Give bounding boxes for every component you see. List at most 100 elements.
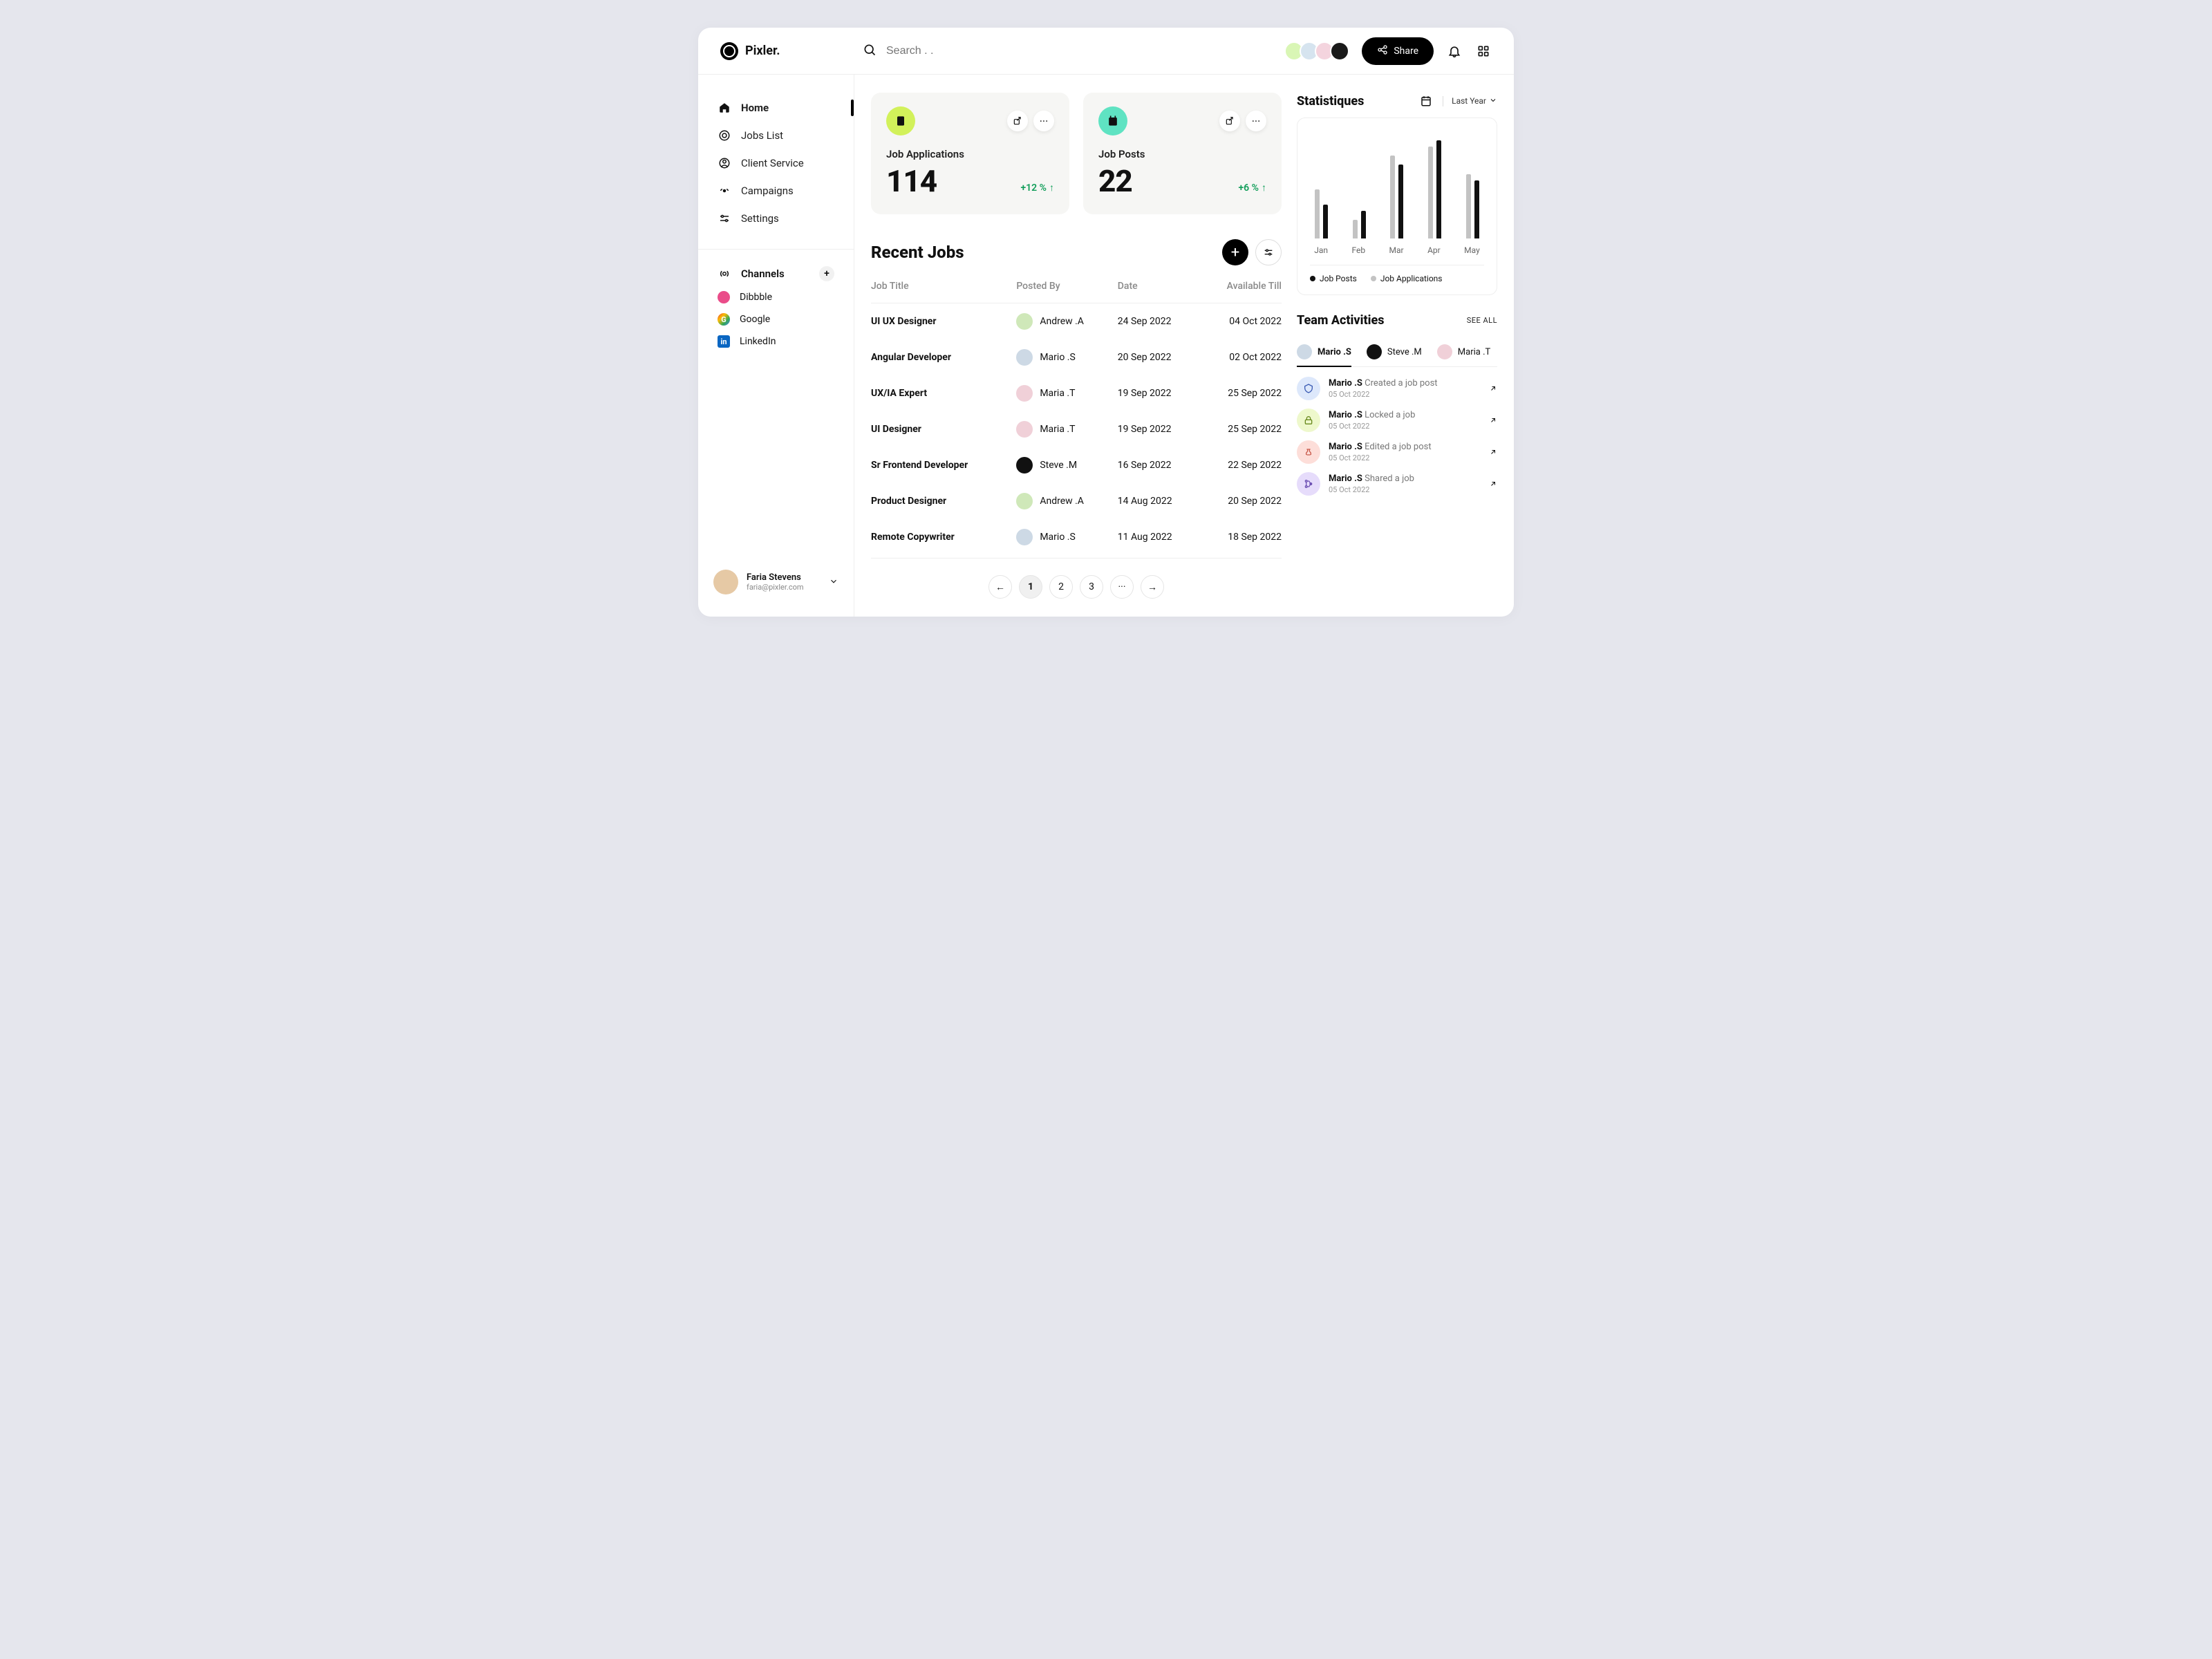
search-icon xyxy=(863,43,877,59)
brand-logo-icon xyxy=(720,42,738,60)
job-till: 20 Sep 2022 xyxy=(1199,483,1282,519)
chart-legend: Job Posts Job Applications xyxy=(1310,265,1484,283)
user-card[interactable]: Faria Stevens faria@pixler.com xyxy=(698,570,854,603)
activity-item[interactable]: Mario .S Edited a job post 05 Oct 2022 xyxy=(1297,440,1497,464)
tab-maria[interactable]: Maria .T xyxy=(1437,337,1490,366)
notifications-button[interactable] xyxy=(1446,43,1463,59)
job-title: Angular Developer xyxy=(871,339,1016,375)
job-date: 19 Sep 2022 xyxy=(1118,375,1199,411)
jobs-table: Job Title Posted By Date Available Till … xyxy=(871,274,1282,559)
nav-label: Client Service xyxy=(741,157,804,169)
poster-name: Maria .T xyxy=(1040,388,1075,399)
bar-group xyxy=(1315,189,1328,238)
avatar xyxy=(1367,344,1382,359)
table-row[interactable]: Remote Copywriter Mario .S 11 Aug 2022 1… xyxy=(871,519,1282,559)
tab-steve[interactable]: Steve .M xyxy=(1367,337,1422,366)
user-info: Faria Stevens faria@pixler.com xyxy=(747,572,804,592)
posts-icon xyxy=(1098,106,1127,135)
page-3[interactable]: 3 xyxy=(1080,575,1103,599)
chart-container: JanFebMarAprMay Job Posts Job Applicatio… xyxy=(1297,118,1497,295)
page-1[interactable]: 1 xyxy=(1019,575,1042,599)
col-available-till[interactable]: Available Till xyxy=(1199,274,1282,303)
body: Home Jobs List Client Service Campaigns … xyxy=(698,75,1514,617)
open-activity-icon[interactable] xyxy=(1489,382,1497,395)
poster-name: Mario .S xyxy=(1040,352,1075,363)
channel-dibbble[interactable]: Dibbble xyxy=(718,291,834,303)
col-date[interactable]: Date xyxy=(1118,274,1199,303)
campaign-icon xyxy=(718,184,731,198)
apps-button[interactable] xyxy=(1475,43,1492,59)
share-button[interactable]: Share xyxy=(1362,37,1434,65)
job-till: 02 Oct 2022 xyxy=(1199,339,1282,375)
activity-icon xyxy=(1297,409,1320,432)
add-channel-button[interactable]: + xyxy=(819,266,834,281)
table-row[interactable]: Sr Frontend Developer Steve .M 16 Sep 20… xyxy=(871,447,1282,483)
nav-label: Home xyxy=(741,102,769,114)
page-2[interactable]: 2 xyxy=(1049,575,1073,599)
next-page-button[interactable]: → xyxy=(1141,575,1164,599)
tab-mario[interactable]: Mario .S xyxy=(1297,337,1351,366)
table-row[interactable]: Product Designer Andrew .A 14 Aug 2022 2… xyxy=(871,483,1282,519)
see-all-link[interactable]: SEE ALL xyxy=(1467,316,1497,325)
user-name: Faria Stevens xyxy=(747,572,804,583)
table-row[interactable]: Angular Developer Mario .S 20 Sep 2022 0… xyxy=(871,339,1282,375)
nav-home[interactable]: Home xyxy=(712,94,840,122)
activity-item[interactable]: Mario .S Locked a job 05 Oct 2022 xyxy=(1297,409,1497,432)
filter-jobs-button[interactable] xyxy=(1255,239,1282,265)
poster-name: Andrew .A xyxy=(1040,496,1084,507)
add-job-button[interactable]: + xyxy=(1222,239,1248,265)
calendar-button[interactable] xyxy=(1418,93,1434,109)
job-title: Product Designer xyxy=(871,483,1016,519)
posted-by: Steve .M xyxy=(1016,457,1117,474)
col-posted-by[interactable]: Posted By xyxy=(1016,274,1117,303)
export-button[interactable] xyxy=(1007,111,1028,131)
stat-value: 114 xyxy=(886,163,937,199)
job-date: 16 Sep 2022 xyxy=(1118,447,1199,483)
export-button[interactable] xyxy=(1219,111,1240,131)
open-activity-icon[interactable] xyxy=(1489,478,1497,491)
activity-item[interactable]: Mario .S Created a job post 05 Oct 2022 xyxy=(1297,377,1497,400)
open-activity-icon[interactable] xyxy=(1489,446,1497,459)
channel-label: Dibbble xyxy=(740,292,772,303)
nav-campaigns[interactable]: Campaigns xyxy=(712,177,840,205)
page-ellipsis[interactable]: ··· xyxy=(1110,575,1134,599)
arrow-up-icon: ↑ xyxy=(1262,182,1266,194)
channel-linkedin[interactable]: in LinkedIn xyxy=(718,335,834,348)
more-button[interactable]: ··· xyxy=(1033,111,1054,131)
share-icon xyxy=(1377,44,1388,58)
activity-item[interactable]: Mario .S Shared a job 05 Oct 2022 xyxy=(1297,472,1497,496)
channels-label: Channels xyxy=(741,268,785,280)
activity-text: Mario .S Locked a job 05 Oct 2022 xyxy=(1329,410,1415,431)
nav-settings[interactable]: Settings xyxy=(712,205,840,232)
search-input[interactable] xyxy=(886,45,1094,57)
table-row[interactable]: UI Designer Maria .T 19 Sep 2022 25 Sep … xyxy=(871,411,1282,447)
posted-by: Maria .T xyxy=(1016,421,1117,438)
collaborator-avatars[interactable] xyxy=(1288,41,1349,61)
legend-job-posts: Job Posts xyxy=(1310,274,1357,283)
prev-page-button[interactable]: ← xyxy=(988,575,1012,599)
header-right: Share xyxy=(1288,37,1492,65)
broadcast-icon xyxy=(718,267,731,281)
x-tick: May xyxy=(1464,245,1480,255)
posted-by: Andrew .A xyxy=(1016,493,1117,509)
activity-list: Mario .S Created a job post 05 Oct 2022 … xyxy=(1297,377,1497,496)
job-date: 19 Sep 2022 xyxy=(1118,411,1199,447)
table-row[interactable]: UI UX Designer Andrew .A 24 Sep 2022 04 … xyxy=(871,303,1282,340)
job-till: 22 Sep 2022 xyxy=(1199,447,1282,483)
range-label: Last Year xyxy=(1452,96,1486,106)
posted-by: Mario .S xyxy=(1016,529,1117,545)
stat-cards: ··· Job Applications 114 +12 %↑ xyxy=(871,93,1282,214)
table-row[interactable]: UX/IA Expert Maria .T 19 Sep 2022 25 Sep… xyxy=(871,375,1282,411)
col-title[interactable]: Job Title xyxy=(871,274,1016,303)
range-selector[interactable]: Last Year xyxy=(1443,96,1497,106)
bar-group xyxy=(1428,140,1441,238)
nav-client-service[interactable]: Client Service xyxy=(712,149,840,177)
more-button[interactable]: ··· xyxy=(1246,111,1266,131)
activity-icon xyxy=(1297,440,1320,464)
main-left: ··· Job Applications 114 +12 %↑ xyxy=(871,93,1282,599)
channels-heading: Channels + xyxy=(698,266,854,281)
open-activity-icon[interactable] xyxy=(1489,414,1497,427)
channel-google[interactable]: G Google xyxy=(718,313,834,326)
nav-jobs-list[interactable]: Jobs List xyxy=(712,122,840,149)
poster-name: Maria .T xyxy=(1040,424,1075,435)
